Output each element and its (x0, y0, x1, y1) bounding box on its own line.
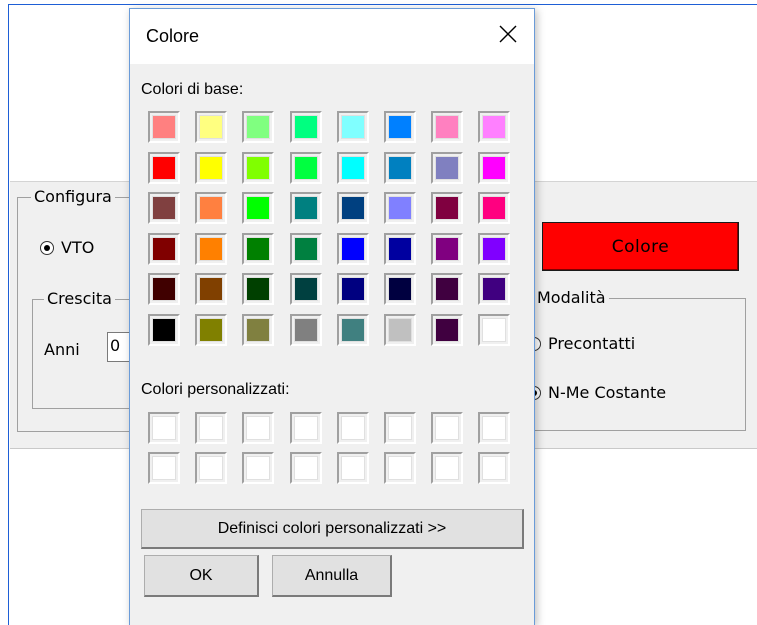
custom-color-swatch[interactable] (478, 452, 511, 484)
base-color-swatch[interactable] (478, 232, 511, 265)
radio-precontacted-label: Precontatti (548, 334, 636, 353)
base-color-swatch[interactable] (478, 313, 511, 346)
mode-groupbox (520, 298, 746, 431)
base-color-swatch[interactable] (431, 111, 464, 143)
base-color-swatch[interactable] (148, 232, 180, 265)
base-color-swatch[interactable] (289, 192, 322, 224)
base-color-swatch[interactable] (148, 151, 180, 184)
base-color-swatch[interactable] (148, 313, 180, 346)
base-color-swatch[interactable] (195, 232, 228, 265)
color-dialog: Colore Colori di base: Colori personaliz… (129, 8, 535, 625)
base-color-swatch[interactable] (148, 192, 180, 224)
custom-color-swatch[interactable] (336, 412, 369, 444)
base-color-swatch[interactable] (431, 192, 464, 224)
base-color-swatch[interactable] (384, 151, 416, 184)
radio-nme[interactable]: N-Me Costante (527, 383, 666, 402)
custom-color-swatch[interactable] (242, 412, 275, 444)
base-color-swatch[interactable] (289, 273, 322, 305)
custom-color-swatch[interactable] (289, 412, 322, 444)
base-color-swatch[interactable] (148, 111, 180, 143)
custom-color-swatch[interactable] (336, 452, 369, 484)
base-color-swatch[interactable] (336, 313, 369, 346)
base-color-swatch[interactable] (336, 151, 369, 184)
dialog-title: Colore (146, 26, 200, 46)
radio-precontacted[interactable]: Precontatti (527, 334, 635, 353)
radio-vto-label: VTO (61, 238, 95, 257)
custom-color-swatch[interactable] (431, 452, 464, 484)
base-color-swatch[interactable] (289, 111, 322, 143)
base-color-swatch[interactable] (431, 313, 464, 346)
close-icon[interactable] (496, 22, 520, 46)
radio-vto-button[interactable] (40, 240, 54, 255)
custom-colors-label: Colori personalizzati: (141, 381, 290, 398)
base-color-swatch[interactable] (242, 273, 275, 305)
config-group-title: Configura (31, 188, 115, 206)
custom-color-swatch[interactable] (384, 412, 416, 444)
base-colors-label: Colori di base: (141, 81, 244, 98)
base-color-swatch[interactable] (478, 273, 511, 305)
radio-nme-label: N-Me Costante (548, 383, 667, 402)
base-color-swatch[interactable] (431, 232, 464, 265)
base-color-swatch[interactable] (336, 192, 369, 224)
base-color-swatch[interactable] (478, 111, 511, 143)
base-color-swatch[interactable] (289, 232, 322, 265)
base-color-swatch[interactable] (242, 313, 275, 346)
radio-vto[interactable]: VTO (40, 238, 94, 257)
base-color-swatch[interactable] (242, 192, 275, 224)
base-color-swatch[interactable] (195, 151, 228, 184)
mode-group-title: Modalità (534, 289, 609, 307)
base-color-swatch[interactable] (478, 151, 511, 184)
base-color-swatch[interactable] (242, 232, 275, 265)
base-color-swatch[interactable] (336, 111, 369, 143)
custom-color-swatch[interactable] (478, 412, 511, 444)
define-custom-colors-button[interactable]: Definisci colori personalizzati >> (141, 509, 524, 549)
base-color-swatch[interactable] (195, 273, 228, 305)
base-color-swatch[interactable] (384, 192, 416, 224)
custom-color-swatch[interactable] (289, 452, 322, 484)
base-color-swatch[interactable] (478, 192, 511, 224)
custom-color-swatch[interactable] (195, 452, 228, 484)
ok-button[interactable]: OK (144, 555, 259, 597)
base-color-swatch[interactable] (195, 111, 228, 143)
base-color-swatch[interactable] (289, 151, 322, 184)
base-color-swatch[interactable] (242, 111, 275, 143)
growth-group-title: Crescita (44, 290, 115, 308)
dialog-titlebar: Colore (130, 9, 534, 64)
base-color-swatch[interactable] (431, 273, 464, 305)
base-color-swatch[interactable] (289, 313, 322, 346)
base-color-swatch[interactable] (195, 192, 228, 224)
base-color-swatch[interactable] (431, 151, 464, 184)
custom-color-swatch[interactable] (242, 452, 275, 484)
custom-color-swatch[interactable] (195, 412, 228, 444)
custom-color-swatch[interactable] (148, 452, 180, 484)
base-color-swatch[interactable] (384, 111, 416, 143)
color-button[interactable]: Colore (542, 222, 739, 271)
base-color-swatch[interactable] (384, 232, 416, 265)
base-color-swatch[interactable] (384, 313, 416, 346)
custom-color-swatch[interactable] (431, 412, 464, 444)
custom-color-swatch[interactable] (148, 412, 180, 444)
base-color-swatch[interactable] (242, 151, 275, 184)
base-color-swatch[interactable] (148, 273, 180, 305)
base-color-swatch[interactable] (384, 273, 416, 305)
cancel-button[interactable]: Annulla (272, 555, 392, 597)
base-color-swatch[interactable] (195, 313, 228, 346)
base-color-swatch[interactable] (336, 273, 369, 305)
custom-color-swatch[interactable] (384, 452, 416, 484)
years-label: Anni (44, 340, 80, 359)
base-color-swatch[interactable] (336, 232, 369, 265)
